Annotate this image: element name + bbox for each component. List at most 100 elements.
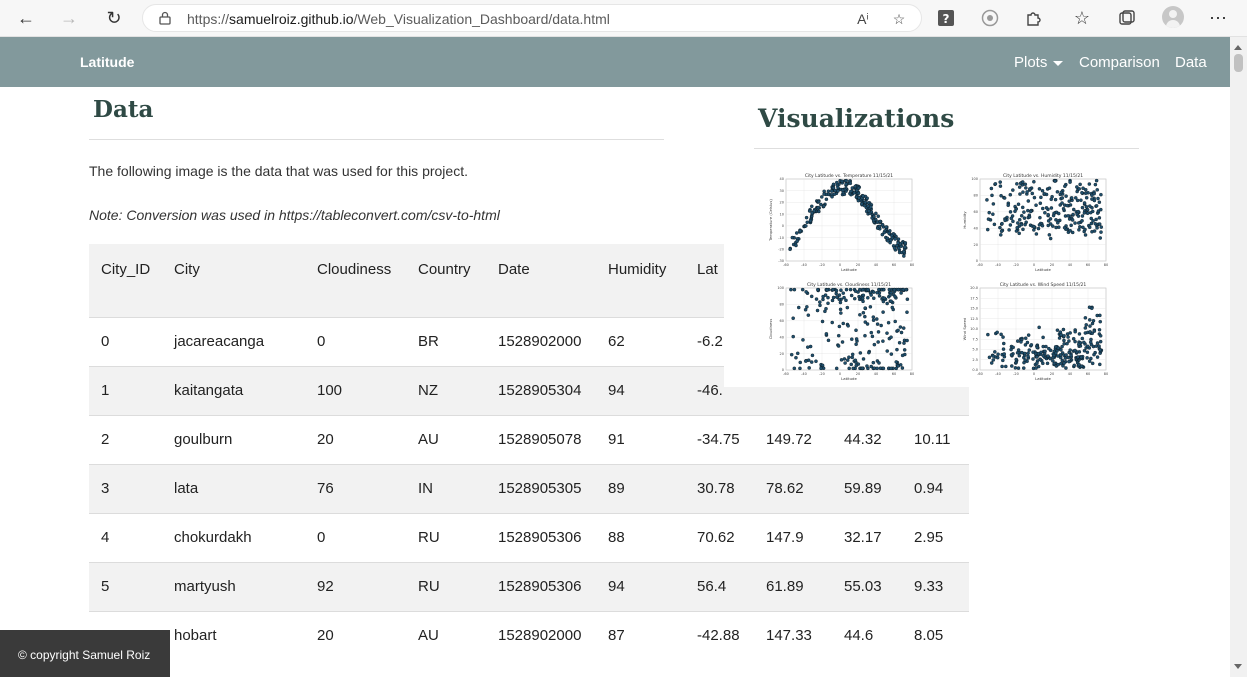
collections-icon[interactable] bbox=[1114, 6, 1140, 30]
plot-windspeed-thumbnail[interactable]: City Latitude vs. Wind Speed 11/15/21 -60… bbox=[962, 280, 1112, 386]
help-icon[interactable]: ? bbox=[933, 6, 959, 30]
scatter-point bbox=[1085, 211, 1090, 215]
y-tick-label: 60 bbox=[974, 210, 978, 214]
scatter-point bbox=[871, 218, 876, 223]
scatter-point bbox=[867, 350, 871, 355]
scatter-point bbox=[1061, 206, 1066, 211]
scatter-point bbox=[1018, 192, 1022, 196]
scatter-point bbox=[985, 198, 989, 202]
back-icon[interactable]: ← bbox=[13, 6, 39, 30]
scatter-point bbox=[1087, 305, 1092, 310]
scatter-point bbox=[1037, 187, 1042, 191]
scatter-point bbox=[1001, 335, 1005, 339]
scatter-point bbox=[831, 295, 836, 300]
scatter-point bbox=[807, 366, 811, 370]
scatter-point bbox=[1046, 212, 1050, 217]
read-aloud-icon[interactable]: Aⁱ bbox=[853, 9, 873, 29]
navbar-brand[interactable]: Latitude bbox=[80, 54, 134, 70]
scatter-point bbox=[876, 330, 881, 334]
scroll-down-icon[interactable] bbox=[1234, 664, 1242, 669]
scatter-point bbox=[1076, 221, 1081, 225]
y-tick-label: 0 bbox=[976, 259, 978, 263]
table-cell: RU bbox=[406, 512, 486, 562]
scatter-point bbox=[890, 233, 894, 238]
scatter-point bbox=[991, 358, 996, 362]
table-cell: 2.95 bbox=[902, 512, 969, 562]
table-cell: lata bbox=[162, 463, 305, 513]
scatter-point bbox=[872, 214, 876, 219]
scatter-point bbox=[853, 289, 858, 293]
scatter-point bbox=[1064, 366, 1068, 370]
vertical-scrollbar[interactable] bbox=[1230, 37, 1247, 677]
scatter-point bbox=[1083, 326, 1088, 330]
scatter-point bbox=[1070, 218, 1075, 222]
scatter-point bbox=[896, 287, 901, 292]
scatter-point bbox=[867, 209, 871, 213]
scatter-point bbox=[1088, 318, 1092, 322]
scatter-point bbox=[871, 290, 876, 294]
scatter-point bbox=[888, 293, 892, 297]
nav-data[interactable]: Data bbox=[1175, 54, 1207, 71]
scroll-thumb[interactable] bbox=[1234, 54, 1243, 72]
scatter-point bbox=[863, 200, 868, 205]
y-tick-label: 15.0 bbox=[970, 307, 978, 311]
scatter-point bbox=[1062, 342, 1066, 346]
y-tick-label: 80 bbox=[974, 194, 978, 198]
scatter-point bbox=[1071, 212, 1075, 217]
table-cell: 1528902000 bbox=[486, 316, 596, 366]
scatter-point bbox=[1032, 224, 1036, 229]
scatter-point bbox=[1072, 363, 1077, 368]
scroll-up-icon[interactable] bbox=[1234, 45, 1242, 50]
scatter-point bbox=[798, 366, 802, 371]
scatter-point bbox=[1089, 216, 1093, 221]
plot-humidity-thumbnail[interactable]: City Latitude vs. Humidity 11/15/21 -60 -4… bbox=[962, 171, 1112, 277]
scatter-point bbox=[861, 287, 865, 292]
scatter-point bbox=[794, 355, 798, 360]
scatter-point bbox=[863, 314, 867, 319]
scatter-point bbox=[1099, 225, 1104, 229]
scatter-point bbox=[826, 295, 830, 300]
scatter-point bbox=[1044, 206, 1049, 210]
scatter-point bbox=[849, 362, 854, 367]
nav-comparison[interactable]: Comparison bbox=[1079, 54, 1160, 71]
scatter-point bbox=[1056, 354, 1060, 358]
scatter-point bbox=[796, 351, 800, 356]
scatter-point bbox=[1013, 366, 1018, 370]
plot-title: City Latitude vs. Humidity 11/15/21 bbox=[1003, 173, 1083, 179]
scatter-point bbox=[1098, 348, 1102, 352]
scatter-point bbox=[1016, 348, 1021, 352]
scatter-point bbox=[1043, 349, 1047, 354]
profile-avatar[interactable] bbox=[1162, 6, 1184, 28]
scatter-point bbox=[902, 341, 906, 345]
y-tick-label: 10 bbox=[780, 212, 784, 216]
scatter-point bbox=[1021, 190, 1025, 194]
scatter-point bbox=[1073, 329, 1077, 334]
plot-cloudiness-thumbnail[interactable]: City Latitude vs. Cloudiness 11/15/21 -60… bbox=[768, 280, 918, 386]
scatter-point bbox=[831, 182, 836, 187]
refresh-icon[interactable]: ↻ bbox=[101, 6, 127, 30]
favorites-icon[interactable]: ☆ bbox=[1069, 6, 1095, 30]
forward-icon[interactable]: → bbox=[56, 6, 82, 30]
x-tick-label: -20 bbox=[819, 263, 825, 267]
scatter-point bbox=[789, 352, 794, 357]
scatter-point bbox=[1029, 343, 1034, 347]
table-cell: 1528902000 bbox=[486, 610, 596, 660]
footer-copyright: © copyright Samuel Roiz bbox=[0, 630, 170, 677]
table-cell: 94 bbox=[596, 561, 685, 611]
scatter-point bbox=[789, 287, 793, 292]
extensions-puzzle-icon[interactable] bbox=[1021, 6, 1047, 30]
plot-temperature-thumbnail[interactable]: City Latitude vs. Temperature 11/15/21 -6… bbox=[768, 171, 918, 277]
scatter-point bbox=[1000, 364, 1004, 369]
add-favorite-icon[interactable]: ☆ bbox=[889, 9, 909, 29]
nav-plots-dropdown[interactable]: Plots bbox=[1014, 54, 1064, 71]
scatter-point bbox=[1028, 209, 1033, 214]
scatter-point bbox=[862, 203, 867, 208]
more-menu-icon[interactable]: ⋯ bbox=[1205, 6, 1231, 30]
scatter-point bbox=[1082, 201, 1087, 205]
scatter-point bbox=[1023, 182, 1028, 187]
scatter-point bbox=[1016, 366, 1021, 370]
address-bar[interactable]: https://samuelroiz.github.io/Web_Visuali… bbox=[142, 4, 922, 32]
scatter-point bbox=[810, 204, 814, 209]
extension-icon[interactable] bbox=[977, 6, 1003, 30]
table-cell: 0 bbox=[89, 316, 162, 366]
